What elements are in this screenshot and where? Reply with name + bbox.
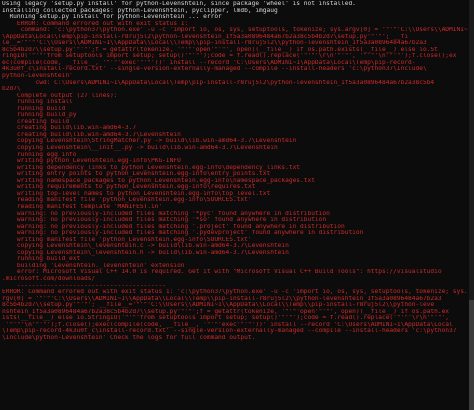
terminal-window[interactable]: Using legacy 'setup.py install' for pyth… [0, 0, 474, 410]
terminal-output: Using legacy 'setup.py install' for pyth… [2, 1, 468, 341]
scrollbar[interactable] [469, 0, 474, 410]
terminal-line: cwd: C:\Users\ADMINI~1\AppData\Local\Tem… [2, 79, 435, 86]
terminal-line: \Include\python-Levenshtein' Check the l… [2, 334, 256, 341]
scrollbar-thumb[interactable] [469, 300, 474, 410]
